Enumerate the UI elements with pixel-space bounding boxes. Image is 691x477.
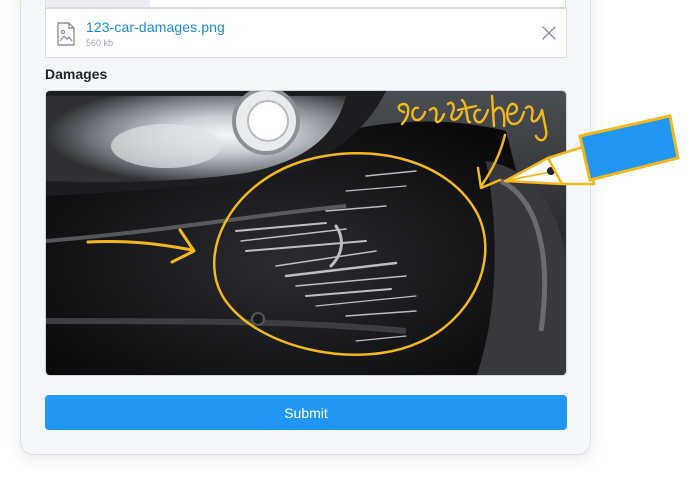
page: 123-car-damages.png 560 kb Damages Submi… <box>0 0 691 477</box>
upload-progress-bar <box>45 0 566 8</box>
submit-button[interactable]: Submit <box>45 395 567 430</box>
uploaded-file-item: 123-car-damages.png 560 kb <box>45 8 567 58</box>
damage-photo <box>45 90 567 376</box>
file-size: 560 kb <box>86 38 114 48</box>
file-name[interactable]: 123-car-damages.png <box>86 19 225 35</box>
image-file-icon <box>57 22 75 46</box>
close-icon[interactable] <box>541 25 557 41</box>
damages-label: Damages <box>45 66 108 82</box>
upload-progress-fill <box>46 0 150 7</box>
car-damage-image <box>46 91 566 375</box>
